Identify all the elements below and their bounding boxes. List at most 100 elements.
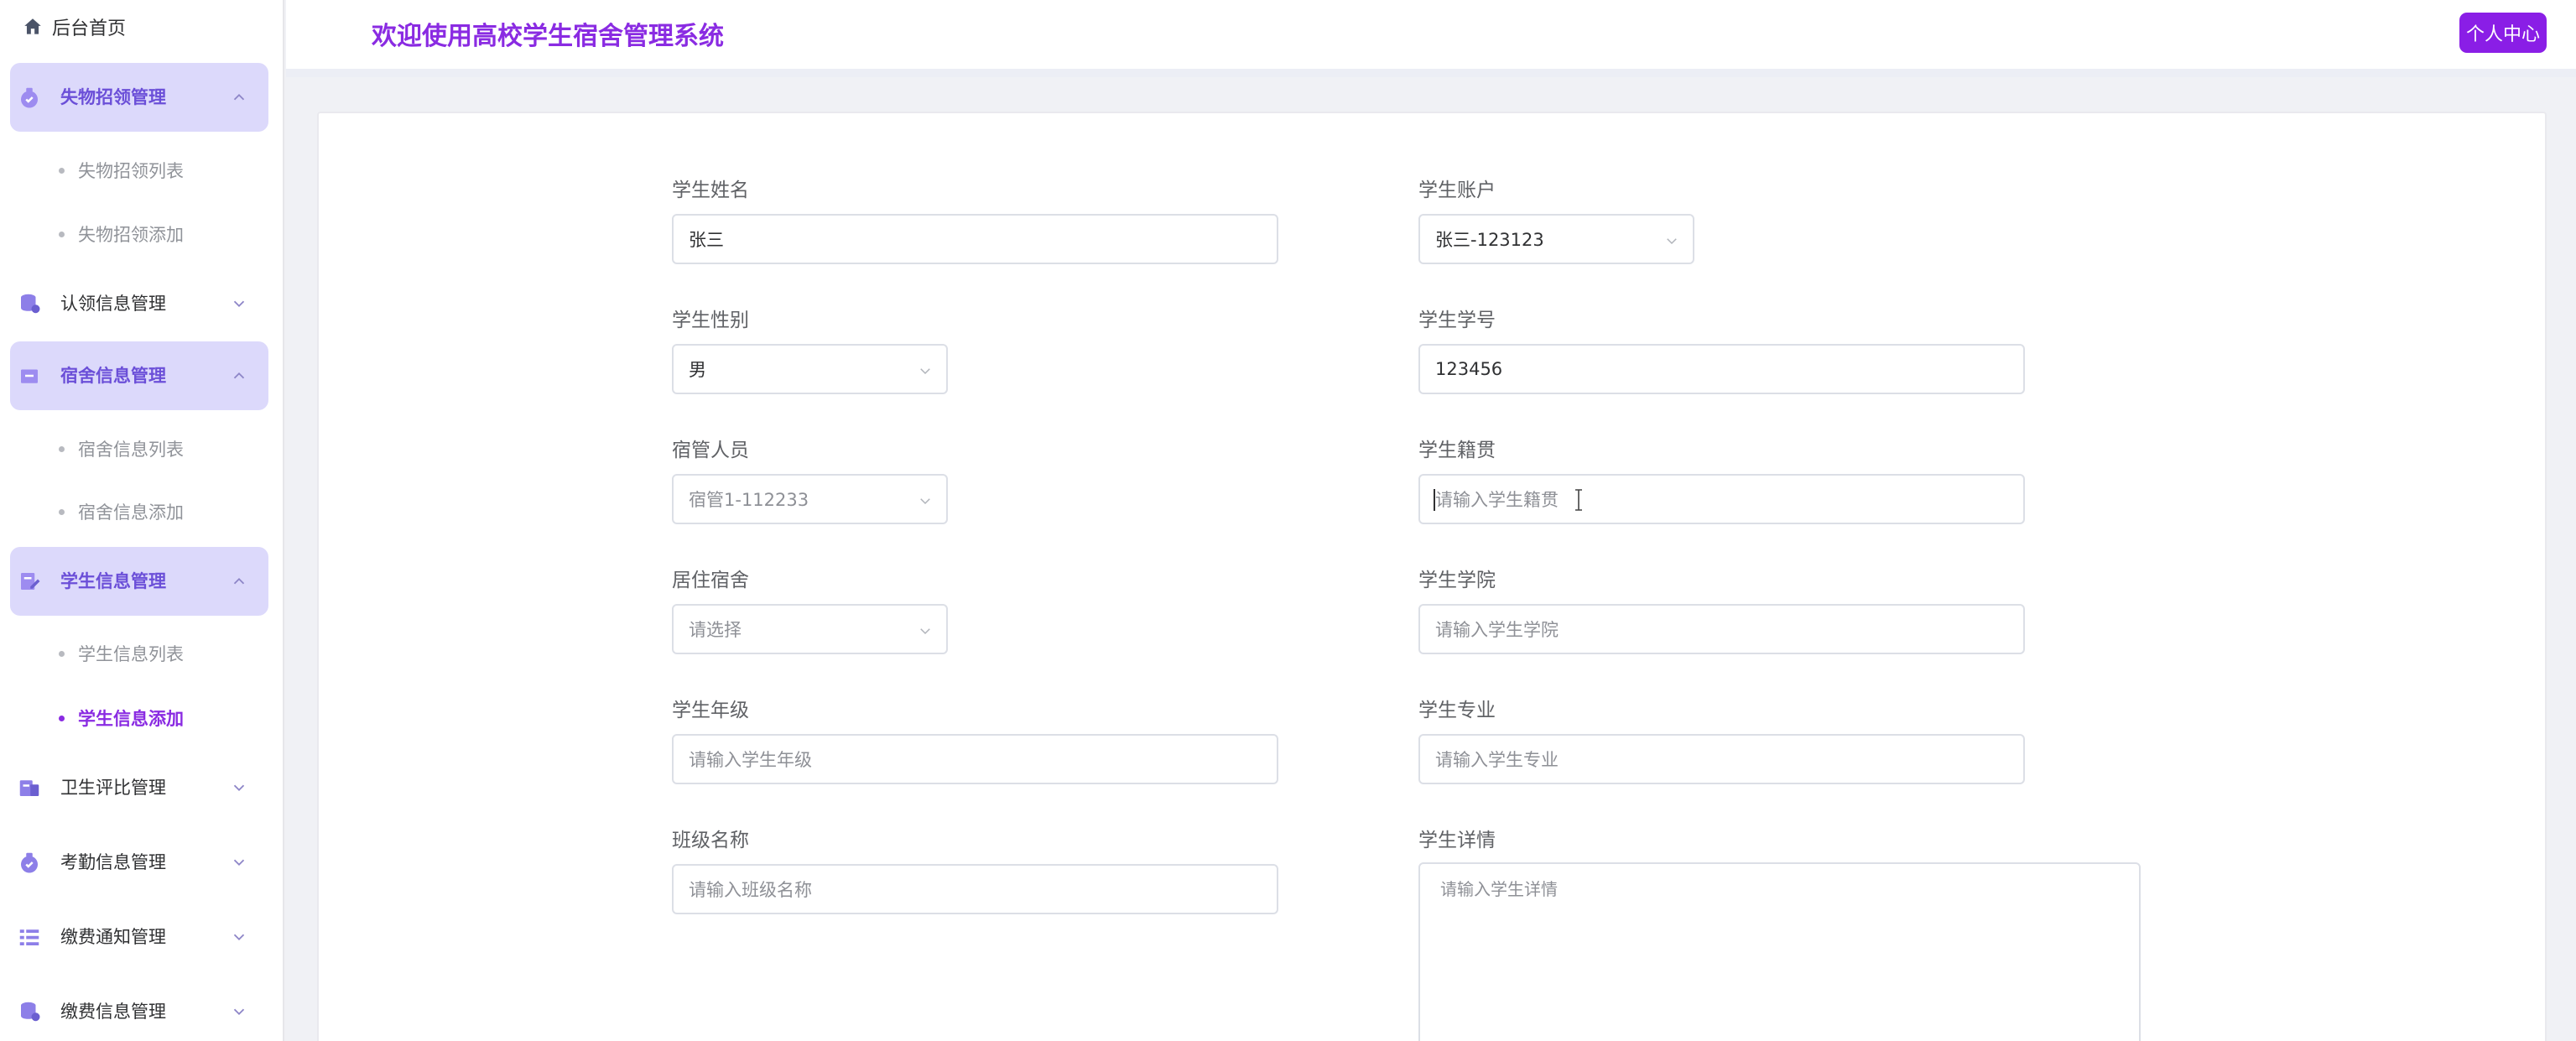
sidebar-group-dormitory[interactable]: 宿舍信息管理 [10, 341, 268, 410]
major-placeholder: 请输入学生专业 [1435, 750, 1559, 770]
chevron-up-icon [233, 93, 245, 101]
chevron-down-icon [920, 628, 930, 635]
student-name-label: 学生姓名 [672, 180, 749, 201]
student-id-value: 123456 [1435, 359, 1503, 379]
chevron-down-icon [233, 784, 245, 792]
sidebar-item-dormitory-add[interactable]: 宿舍信息添加 [59, 497, 184, 526]
sidebar-item-label: 失物招领添加 [78, 225, 184, 245]
sidebar-group-label: 卫生评比管理 [60, 778, 166, 798]
sidebar-group-lost-found[interactable]: 失物招领管理 [10, 63, 268, 132]
student-add-form: 学生姓名 张三 学生账户 张三-123123 学生性别 男 学生学号 12345… [317, 112, 2547, 1041]
student-account-value: 张三-123123 [1435, 230, 1544, 250]
student-gender-value: 男 [689, 360, 706, 380]
sidebar-group-payment-info[interactable]: 缴费信息管理 [10, 977, 268, 1041]
native-place-input[interactable]: 请输入学生籍贯 [1418, 474, 2025, 524]
student-name-input[interactable]: 张三 [672, 214, 1278, 264]
sidebar-group-student[interactable]: 学生信息管理 [10, 547, 268, 616]
details-textarea[interactable]: 请输入学生详情 [1418, 862, 2141, 1041]
text-caret [1434, 489, 1435, 511]
student-account-label: 学生账户 [1418, 180, 1496, 201]
top-header: 欢迎使用高校学生宿舍管理系统 个人中心 [286, 0, 2576, 77]
profile-center-button[interactable]: 个人中心 [2459, 13, 2547, 53]
student-gender-label: 学生性别 [672, 310, 749, 331]
sidebar-group-label: 宿舍信息管理 [60, 366, 166, 386]
college-label: 学生学院 [1418, 570, 1496, 591]
chevron-down-icon [233, 1008, 245, 1016]
chevron-down-icon [920, 498, 930, 505]
sidebar-item-label: 宿舍信息列表 [78, 440, 184, 460]
ibeam-cursor-icon [1575, 489, 1582, 511]
student-account-select[interactable]: 张三-123123 [1418, 214, 1694, 264]
sidebar-item-student-add[interactable]: 学生信息添加 [59, 704, 184, 732]
dorm-manager-value: 宿管1-112233 [689, 490, 809, 510]
grade-placeholder: 请输入学生年级 [689, 750, 812, 770]
sidebar-home-label: 后台首页 [52, 18, 127, 39]
sidebar-item-lost-found-add[interactable]: 失物招领添加 [59, 220, 184, 248]
database-icon [21, 1002, 40, 1022]
bullet-icon [59, 167, 65, 174]
sidebar-group-label: 认领信息管理 [60, 294, 166, 314]
sidebar-item-student-list[interactable]: 学生信息列表 [59, 639, 184, 668]
class-name-label: 班级名称 [672, 830, 749, 851]
major-input[interactable]: 请输入学生专业 [1418, 734, 2025, 784]
chevron-down-icon [233, 934, 245, 941]
dormitory-placeholder: 请选择 [689, 620, 742, 640]
bag-icon [21, 852, 38, 873]
bullet-icon [59, 445, 65, 452]
grade-input[interactable]: 请输入学生年级 [672, 734, 1278, 784]
sidebar-group-label: 缴费通知管理 [60, 927, 166, 947]
dorm-manager-label: 宿管人员 [672, 440, 749, 461]
chevron-up-icon [233, 577, 245, 585]
inbox-icon [21, 369, 38, 383]
sidebar-item-label: 学生信息添加 [78, 709, 184, 729]
dorm-manager-select[interactable]: 宿管1-112233 [672, 474, 948, 524]
bullet-icon [59, 231, 65, 237]
sidebar-group-label: 失物招领管理 [60, 87, 166, 107]
sidebar-item-lost-found-list[interactable]: 失物招领列表 [59, 156, 184, 185]
dormitory-select[interactable]: 请选择 [672, 604, 948, 654]
class-name-placeholder: 请输入班级名称 [689, 880, 812, 900]
bullet-icon [59, 650, 65, 657]
bullet-icon [59, 508, 65, 515]
home-icon [24, 18, 41, 34]
list-icon [19, 929, 39, 945]
database-icon [21, 294, 40, 314]
sidebar-group-claim[interactable]: 认领信息管理 [10, 269, 268, 338]
details-label: 学生详情 [1418, 830, 1496, 851]
chevron-down-icon [233, 300, 245, 308]
native-place-label: 学生籍贯 [1418, 440, 1496, 461]
sidebar-item-label: 学生信息列表 [78, 644, 184, 664]
chevron-down-icon [1667, 238, 1677, 245]
details-placeholder: 请输入学生详情 [1440, 879, 1558, 899]
student-id-input[interactable]: 123456 [1418, 344, 2025, 394]
native-place-placeholder: 请输入学生籍贯 [1435, 490, 1559, 510]
sidebar-group-hygiene[interactable]: 卫生评比管理 [10, 753, 268, 822]
major-label: 学生专业 [1418, 700, 1496, 721]
student-id-label: 学生学号 [1418, 310, 1496, 331]
college-input[interactable]: 请输入学生学院 [1418, 604, 2025, 654]
sidebar-group-label: 考勤信息管理 [60, 852, 166, 872]
page-title: 欢迎使用高校学生宿舍管理系统 [372, 22, 724, 51]
student-name-value: 张三 [689, 230, 724, 250]
dormitory-label: 居住宿舍 [672, 570, 749, 591]
grade-label: 学生年级 [672, 700, 749, 721]
sidebar-item-label: 失物招领列表 [78, 161, 184, 181]
sidebar-group-payment-notice[interactable]: 缴费通知管理 [10, 903, 268, 971]
sidebar-item-label: 宿舍信息添加 [78, 502, 184, 523]
class-name-input[interactable]: 请输入班级名称 [672, 864, 1278, 914]
report-icon [19, 780, 39, 796]
chevron-down-icon [920, 368, 930, 375]
chevron-down-icon [233, 859, 245, 867]
sidebar-group-label: 缴费信息管理 [60, 1002, 166, 1022]
bullet-icon [59, 715, 65, 721]
college-placeholder: 请输入学生学院 [1435, 620, 1559, 640]
sidebar-home-link[interactable]: 后台首页 [22, 12, 126, 42]
bag-icon [21, 87, 38, 108]
student-gender-select[interactable]: 男 [672, 344, 948, 394]
sidebar-item-dormitory-list[interactable]: 宿舍信息列表 [59, 435, 184, 463]
sidebar-group-attendance[interactable]: 考勤信息管理 [10, 828, 268, 897]
chevron-up-icon [233, 372, 245, 379]
sidebar: 后台首页 失物招领管理 失物招领列表 失物招领添加 认领信息管理 宿舍信息管理 … [0, 0, 284, 1041]
edit-doc-icon [21, 573, 40, 590]
sidebar-group-label: 学生信息管理 [60, 571, 166, 591]
